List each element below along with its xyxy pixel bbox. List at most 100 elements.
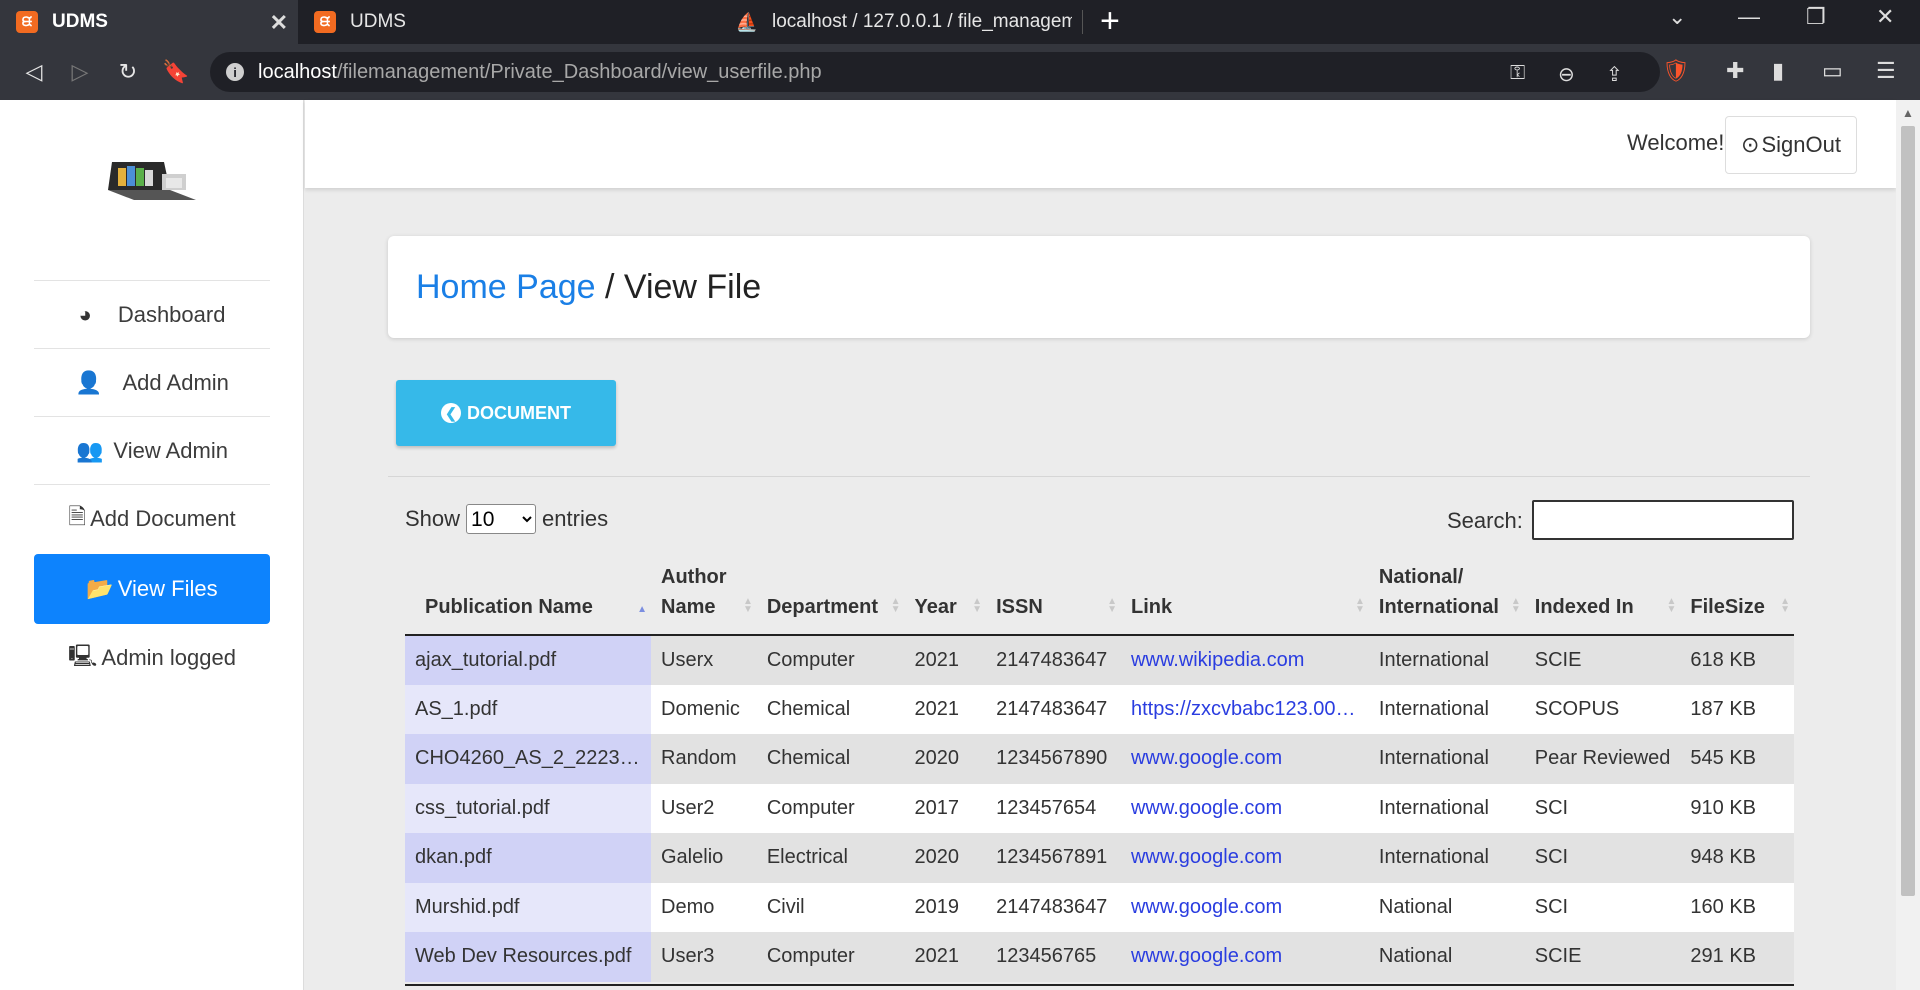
table-row[interactable]: AS_1.pdf Domenic Chemical 2021 2147483647 htt… [405, 684, 1794, 734]
minimize-window-icon[interactable]: — [1738, 4, 1760, 30]
back-icon[interactable]: ◁ [16, 54, 52, 90]
table-header-row: Publication Name ▲ Author Name ▲ ▼ Departme… [405, 558, 1794, 636]
column-header-national-international[interactable]: National/ International ▲ ▼ [1368, 558, 1525, 636]
breadcrumb-separator: / [595, 267, 624, 306]
column-header-link[interactable]: Link ▲ ▼ [1120, 558, 1369, 636]
wallet-icon[interactable]: ▭ [1822, 58, 1843, 84]
url-path: /filemanagement/Private_Dashboard/view_u… [336, 60, 822, 83]
table-cell-link[interactable]: https://zxcvbabc123.00… [1120, 684, 1369, 734]
table-cell-link[interactable]: www.google.com [1120, 734, 1369, 784]
column-header-label: Department [766, 596, 878, 618]
share-icon[interactable]: ⇪ [1606, 62, 1623, 87]
table-cell: 160 KB [1680, 882, 1794, 932]
sidebar-item-add-document[interactable]: 🗎 Add Document [34, 484, 270, 552]
restore-window-icon[interactable]: ❐ [1806, 4, 1826, 30]
sidebar-item-admin-logged[interactable]: 🖳 Admin logged [34, 624, 270, 692]
close-tab-icon[interactable]: ✕ [270, 10, 288, 36]
sidebar-item-dashboard[interactable]: ◕ Dashboard [34, 280, 270, 348]
table-cell: 2017 [904, 783, 987, 833]
table-cell: 2020 [904, 734, 987, 784]
table-row[interactable]: dkan.pdf Galelio Electrical 2020 1234567891 w… [405, 833, 1794, 883]
sidebar-item-view-files[interactable]: 📂 View Files [34, 554, 270, 624]
table-cell: SCIE [1524, 635, 1681, 685]
column-header-filesize[interactable]: FileSize ▲ ▼ [1680, 558, 1794, 636]
sidebar-item-view-admin[interactable]: 👥 View Admin [34, 416, 270, 484]
column-header-department[interactable]: Department ▲ ▼ [756, 558, 905, 636]
table-cell-link[interactable]: www.google.com [1120, 783, 1369, 833]
table-cell: 2019 [904, 882, 987, 932]
entries-label: entries [542, 506, 609, 531]
scroll-up-arrow-icon[interactable]: ▲ [1902, 106, 1914, 120]
sort-icon: ▲ ▼ [1780, 596, 1790, 615]
extensions-icon[interactable]: ✚ [1726, 58, 1744, 84]
table-row[interactable]: Web Dev Resources.pdf User3 Computer 2021 12… [405, 932, 1794, 982]
menu-icon[interactable]: ☰ [1876, 58, 1896, 84]
phpmyadmin-favicon-icon: ⛵ [735, 11, 759, 32]
page-scrollbar[interactable]: ▲ [1896, 100, 1920, 990]
column-header-label: Indexed In [1534, 596, 1634, 618]
table-row[interactable]: CHO4260_AS_2_2223.p… Random Chemical 2020 12… [405, 734, 1794, 784]
breadcrumb-current: View File [623, 267, 762, 306]
new-tab-plus-icon[interactable]: + [1100, 2, 1120, 41]
table-cell-link[interactable]: www.google.com [1120, 882, 1369, 932]
column-header-year[interactable]: Year ▲ ▼ [904, 558, 987, 636]
tab-title: localhost / 127.0.0.1 / file_managemen [772, 11, 1072, 32]
udms-logo [108, 162, 196, 200]
document-button[interactable]: ❮ DOCUMENT [396, 380, 616, 446]
table-cell: 291 KB [1680, 932, 1794, 982]
breadcrumb-home-link[interactable]: Home Page [416, 268, 596, 307]
tab-separator [1082, 10, 1083, 34]
sidebar-item-label: View Admin [113, 437, 228, 463]
site-info-icon[interactable]: i [226, 63, 244, 81]
browser-toolbar: ◁ ▷ ↻ 🔖 i localhost /filemanagement/Priv… [0, 44, 1920, 100]
column-header-label: ISSN [996, 596, 1043, 618]
browser-tab-phpmyadmin[interactable]: ⛵ localhost / 127.0.0.1 / file_managemen [720, 0, 1082, 44]
table-cell-link[interactable]: www.wikipedia.com [1120, 635, 1369, 685]
key-icon[interactable]: ⚿ [1510, 62, 1525, 85]
user-log-icon: 🖳 [68, 643, 98, 668]
close-window-icon[interactable]: ✕ [1876, 4, 1894, 30]
scrollbar-thumb[interactable] [1901, 126, 1915, 896]
sidebar-item-label: Add Admin [122, 369, 229, 395]
table-cell-link[interactable]: www.google.com [1120, 833, 1369, 883]
table-row[interactable]: css_tutorial.pdf User2 Computer 2017 1234576… [405, 783, 1794, 833]
sidebar-toggle-icon[interactable]: ▮ [1772, 58, 1784, 84]
table-cell: International [1368, 734, 1525, 784]
tab-search-chevron-icon[interactable]: ⌄ [1668, 4, 1686, 30]
column-header-indexed-in[interactable]: Indexed In ▲ ▼ [1524, 558, 1681, 636]
address-bar[interactable]: i localhost /filemanagement/Private_Dash… [210, 52, 1660, 92]
brave-shield-icon[interactable]: 🛡 [1662, 58, 1690, 84]
user-icon: 👤 [75, 369, 103, 395]
forward-icon[interactable]: ▷ [62, 54, 98, 90]
users-icon: 👥 [76, 437, 104, 463]
table-cell: 2147483647 [986, 684, 1121, 734]
browser-tab-udms[interactable]: ᙙ UDMS [298, 0, 738, 44]
bookmark-icon[interactable]: 🔖 [158, 54, 194, 90]
xampp-favicon-icon: ᙙ [314, 11, 336, 33]
zoom-icon[interactable]: ⊖ [1558, 62, 1575, 87]
sort-icon: ▲ ▼ [742, 596, 753, 615]
table-cell: 2147483647 [986, 635, 1121, 685]
table-cell: Demo [651, 882, 757, 932]
sidebar-item-add-admin[interactable]: 👤 Add Admin [34, 348, 270, 416]
column-header-publication-name[interactable]: Publication Name ▲ [405, 558, 651, 636]
entries-select[interactable]: 10 [466, 504, 537, 534]
reload-icon[interactable]: ↻ [110, 54, 146, 90]
table-cell: 545 KB [1680, 734, 1794, 784]
column-header-author-name[interactable]: Author Name ▲ ▼ [651, 558, 757, 636]
document-button-label: DOCUMENT [467, 402, 571, 423]
table-cell: Murshid.pdf [405, 882, 651, 932]
table-cell: National [1368, 882, 1525, 932]
table-cell: Galelio [651, 833, 757, 883]
table-cell-link[interactable]: www.google.com [1120, 932, 1369, 982]
column-header-issn[interactable]: ISSN ▲ ▼ [986, 558, 1121, 636]
browser-tab-udms-active[interactable]: ᙙ UDMS ✕ [0, 0, 298, 44]
entries-length-control: Show 10 entries [405, 504, 608, 534]
signout-button[interactable]: ⊙ SignOut [1725, 116, 1857, 174]
column-header-label: Publication Name [425, 596, 593, 618]
search-input[interactable] [1532, 500, 1794, 540]
sidebar: ◕ Dashboard 👤 Add Admin 👥 View Admin 🗎 A… [0, 100, 304, 990]
table-row[interactable]: Murshid.pdf Demo Civil 2019 2147483647 www.go… [405, 882, 1794, 932]
table-row[interactable]: ajax_tutorial.pdf Userx Computer 2021 214748… [405, 635, 1794, 685]
table-cell: CHO4260_AS_2_2223.p… [405, 734, 651, 784]
